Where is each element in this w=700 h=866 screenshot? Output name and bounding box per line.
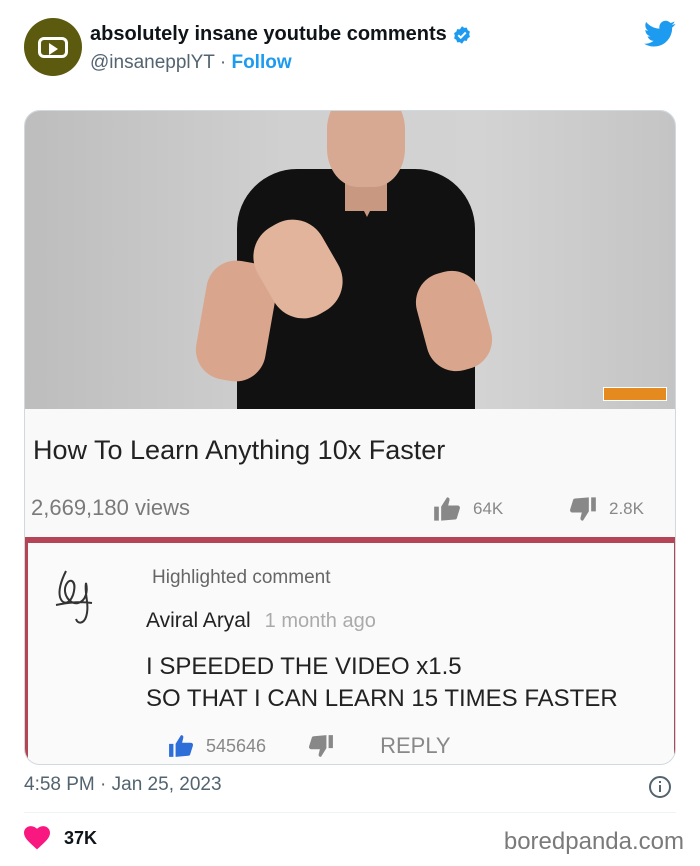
comment-author[interactable]: Aviral Aryal [146, 609, 251, 633]
video-views: 2,669,180 views [31, 495, 190, 520]
commenter-avatar[interactable] [50, 565, 102, 629]
comment-author-row: Aviral Aryal 1 month ago [146, 609, 376, 633]
video-dislike-button[interactable]: 2.8K [569, 497, 644, 521]
likes-row[interactable]: 37K [24, 826, 97, 850]
person-head [327, 111, 405, 187]
comment-text: I SPEEDED THE VIDEO x1.5 SO THAT I CAN L… [146, 651, 618, 715]
video-like-button[interactable]: 64K [433, 497, 503, 521]
like-count: 37K [64, 827, 98, 848]
comment-actions: 545646 REPLY [168, 733, 451, 759]
video-like-count: 64K [473, 499, 504, 518]
verified-badge-icon [453, 25, 470, 44]
reply-button[interactable]: REPLY [380, 733, 451, 759]
follow-button[interactable]: Follow [231, 52, 291, 73]
watermark: boredpanda.com [503, 828, 684, 855]
tweet-header: absolutely insane youtube comments @insa… [24, 18, 676, 88]
separator: · [219, 52, 227, 73]
channel-watermark-logo [603, 387, 667, 401]
thumbs-down-icon [570, 497, 596, 521]
comment-line: I SPEEDED THE VIDEO x1.5 [146, 653, 462, 680]
highlighted-comment: Highlighted comment Aviral Aryal 1 month… [25, 543, 675, 764]
comment-like-button[interactable]: 545646 [168, 735, 266, 757]
comment-time[interactable]: 1 month ago [265, 610, 376, 633]
comment-like-count: 545646 [206, 735, 267, 756]
thumbs-up-icon [169, 735, 194, 757]
heart-icon[interactable] [24, 826, 50, 850]
video-thumbnail[interactable] [25, 111, 675, 409]
twitter-bird-icon[interactable] [644, 20, 676, 48]
video-info: How To Learn Anything 10x Faster 2,669,1… [25, 409, 675, 537]
thumbs-down-icon[interactable] [308, 735, 334, 757]
display-name[interactable]: absolutely insane youtube comments [90, 23, 447, 46]
handle-row: @insanepplYT · Follow [90, 52, 292, 74]
avatar[interactable] [24, 18, 82, 76]
video-title[interactable]: How To Learn Anything 10x Faster [33, 435, 445, 466]
thumbs-up-icon [434, 497, 460, 521]
comment-line: SO THAT I CAN LEARN 15 TIMES FASTER [146, 685, 618, 712]
handle[interactable]: @insanepplYT [90, 52, 215, 73]
tweet-timestamp[interactable]: 4:58 PM · Jan 25, 2023 [24, 774, 222, 796]
name-row: absolutely insane youtube comments [90, 23, 472, 46]
video-dislike-count: 2.8K [609, 499, 644, 518]
divider [24, 812, 676, 813]
youtube-logo-icon [38, 36, 68, 58]
tweet-media[interactable]: How To Learn Anything 10x Faster 2,669,1… [24, 110, 676, 765]
info-icon[interactable] [648, 775, 672, 799]
highlighted-label: Highlighted comment [152, 567, 331, 588]
